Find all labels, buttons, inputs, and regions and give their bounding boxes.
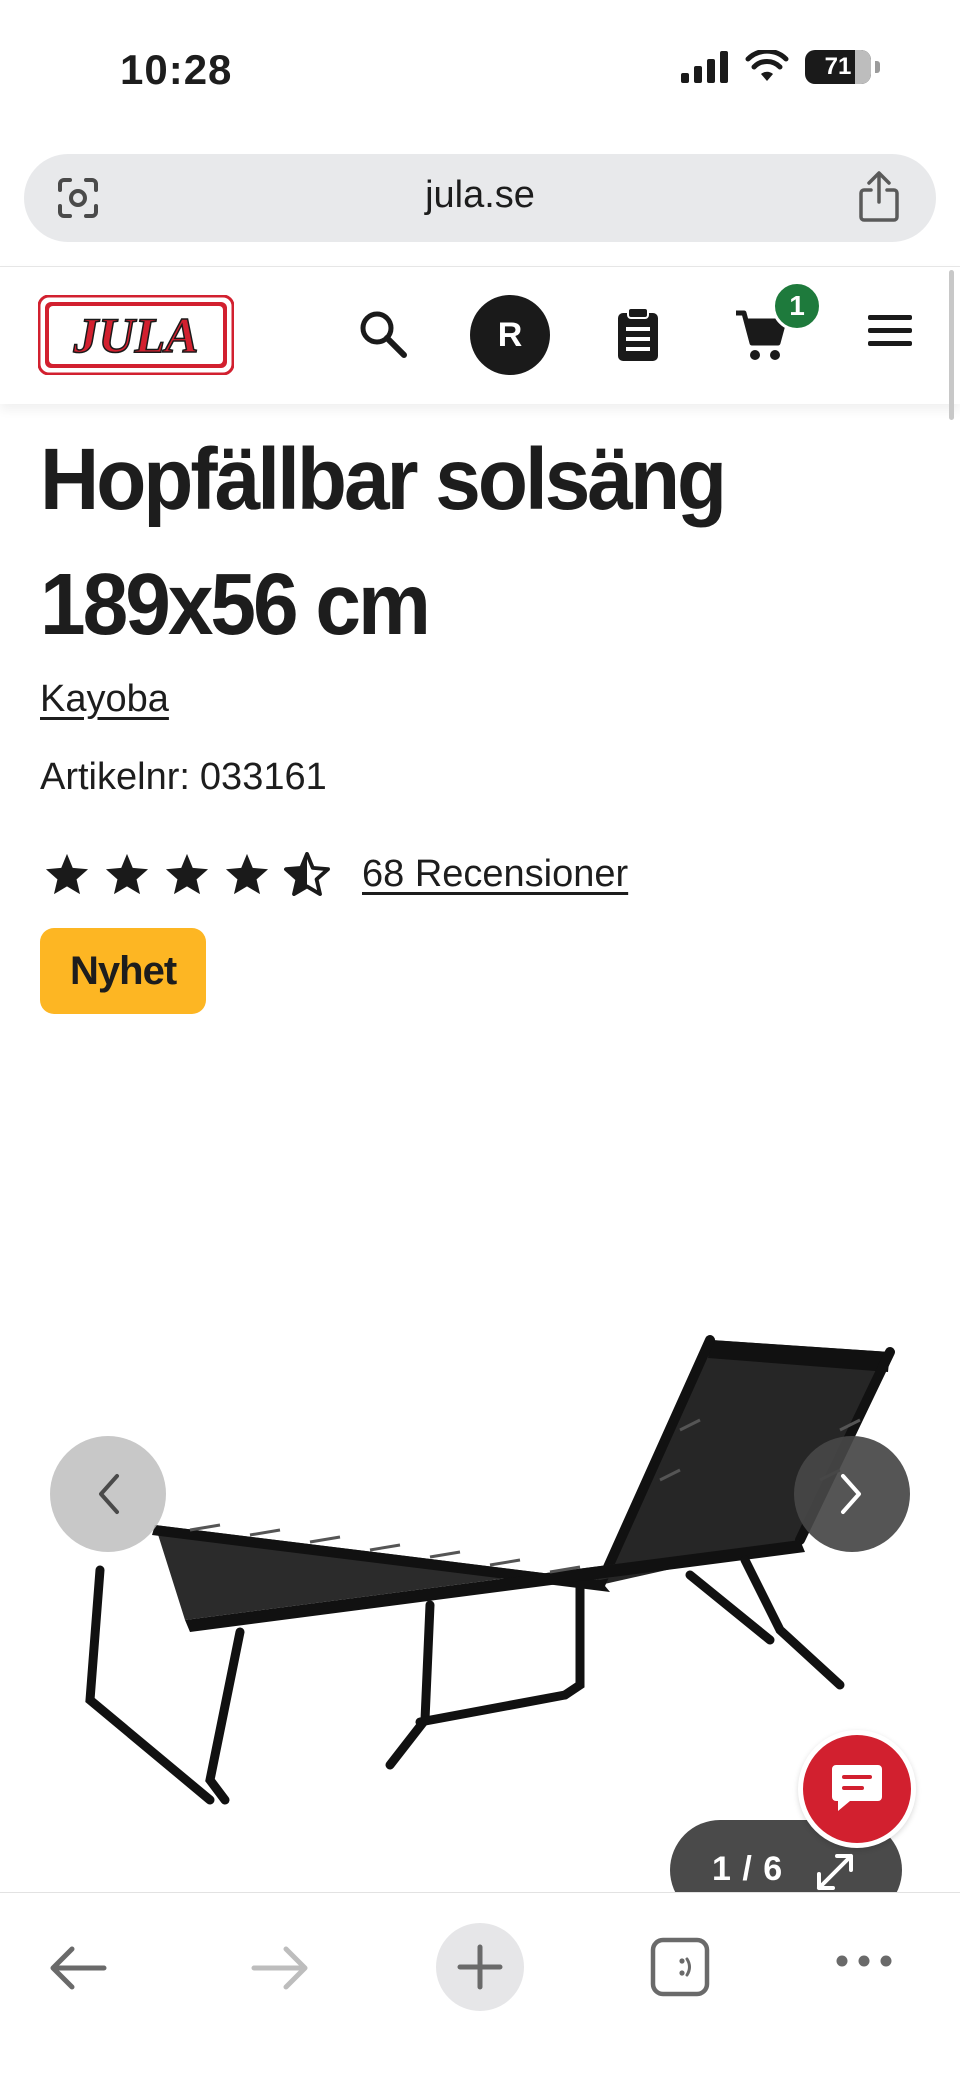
site-header: JULA R 1 [0,266,960,404]
forward-arrow-icon[interactable] [248,1943,312,1993]
jula-logo[interactable]: JULA [38,295,234,375]
star-full-icon [45,853,89,895]
star-full-icon [225,853,269,895]
new-badge: Nyhet [40,928,207,1014]
product-title: Hopfällbar solsäng 189x56 cm [40,431,727,654]
battery-level: 71 [824,53,852,80]
plus-icon [457,1944,503,1990]
reviews-link[interactable]: 68 Recensioner [362,853,628,896]
tabs-icon[interactable] [650,1937,710,1997]
cart-count-badge[interactable]: 1 [772,281,822,331]
chevron-left-icon [99,1474,119,1514]
article-number: Artikelnr: 033161 [40,756,327,799]
back-arrow-icon[interactable] [46,1943,110,1993]
chat-bubble-icon [832,1765,882,1811]
more-icon[interactable] [834,1951,894,1971]
brand-link[interactable]: Kayoba [40,678,169,721]
share-icon[interactable] [856,170,902,224]
status-bar: 10:28 71 [0,0,960,140]
wifi-icon [745,50,789,81]
account-avatar[interactable]: R [470,295,550,375]
article-number-label: Artikelnr: [40,756,190,798]
hamburger-menu-icon[interactable] [866,311,914,351]
chevron-right-icon [841,1474,861,1514]
chat-button[interactable] [798,1730,916,1848]
star-full-icon [105,853,149,895]
url-text[interactable]: jula.se [24,174,936,217]
status-time: 10:28 [120,46,233,93]
star-full-icon [165,853,209,895]
star-half-icon [284,852,330,896]
search-icon[interactable] [356,307,410,361]
signal-icon [681,51,728,83]
battery-icon: 71 [805,50,871,84]
article-number-value: 033161 [199,756,327,798]
product-image[interactable] [60,1180,900,1840]
scroll-indicator [949,270,954,420]
gallery-next-button[interactable] [794,1436,910,1552]
expand-icon[interactable] [813,1850,857,1894]
status-icons: 71 [681,50,880,84]
address-bar[interactable]: jula.se [24,154,936,242]
gallery-prev-button[interactable] [50,1436,166,1552]
gallery-counter-text: 1 / 6 [712,1850,784,1888]
new-tab-button[interactable] [436,1923,524,2011]
rating[interactable]: 68 Recensioner [44,852,628,896]
shopping-list-icon[interactable] [614,307,662,363]
logo-text: JULA [73,307,199,363]
browser-toolbar [0,1892,960,2081]
